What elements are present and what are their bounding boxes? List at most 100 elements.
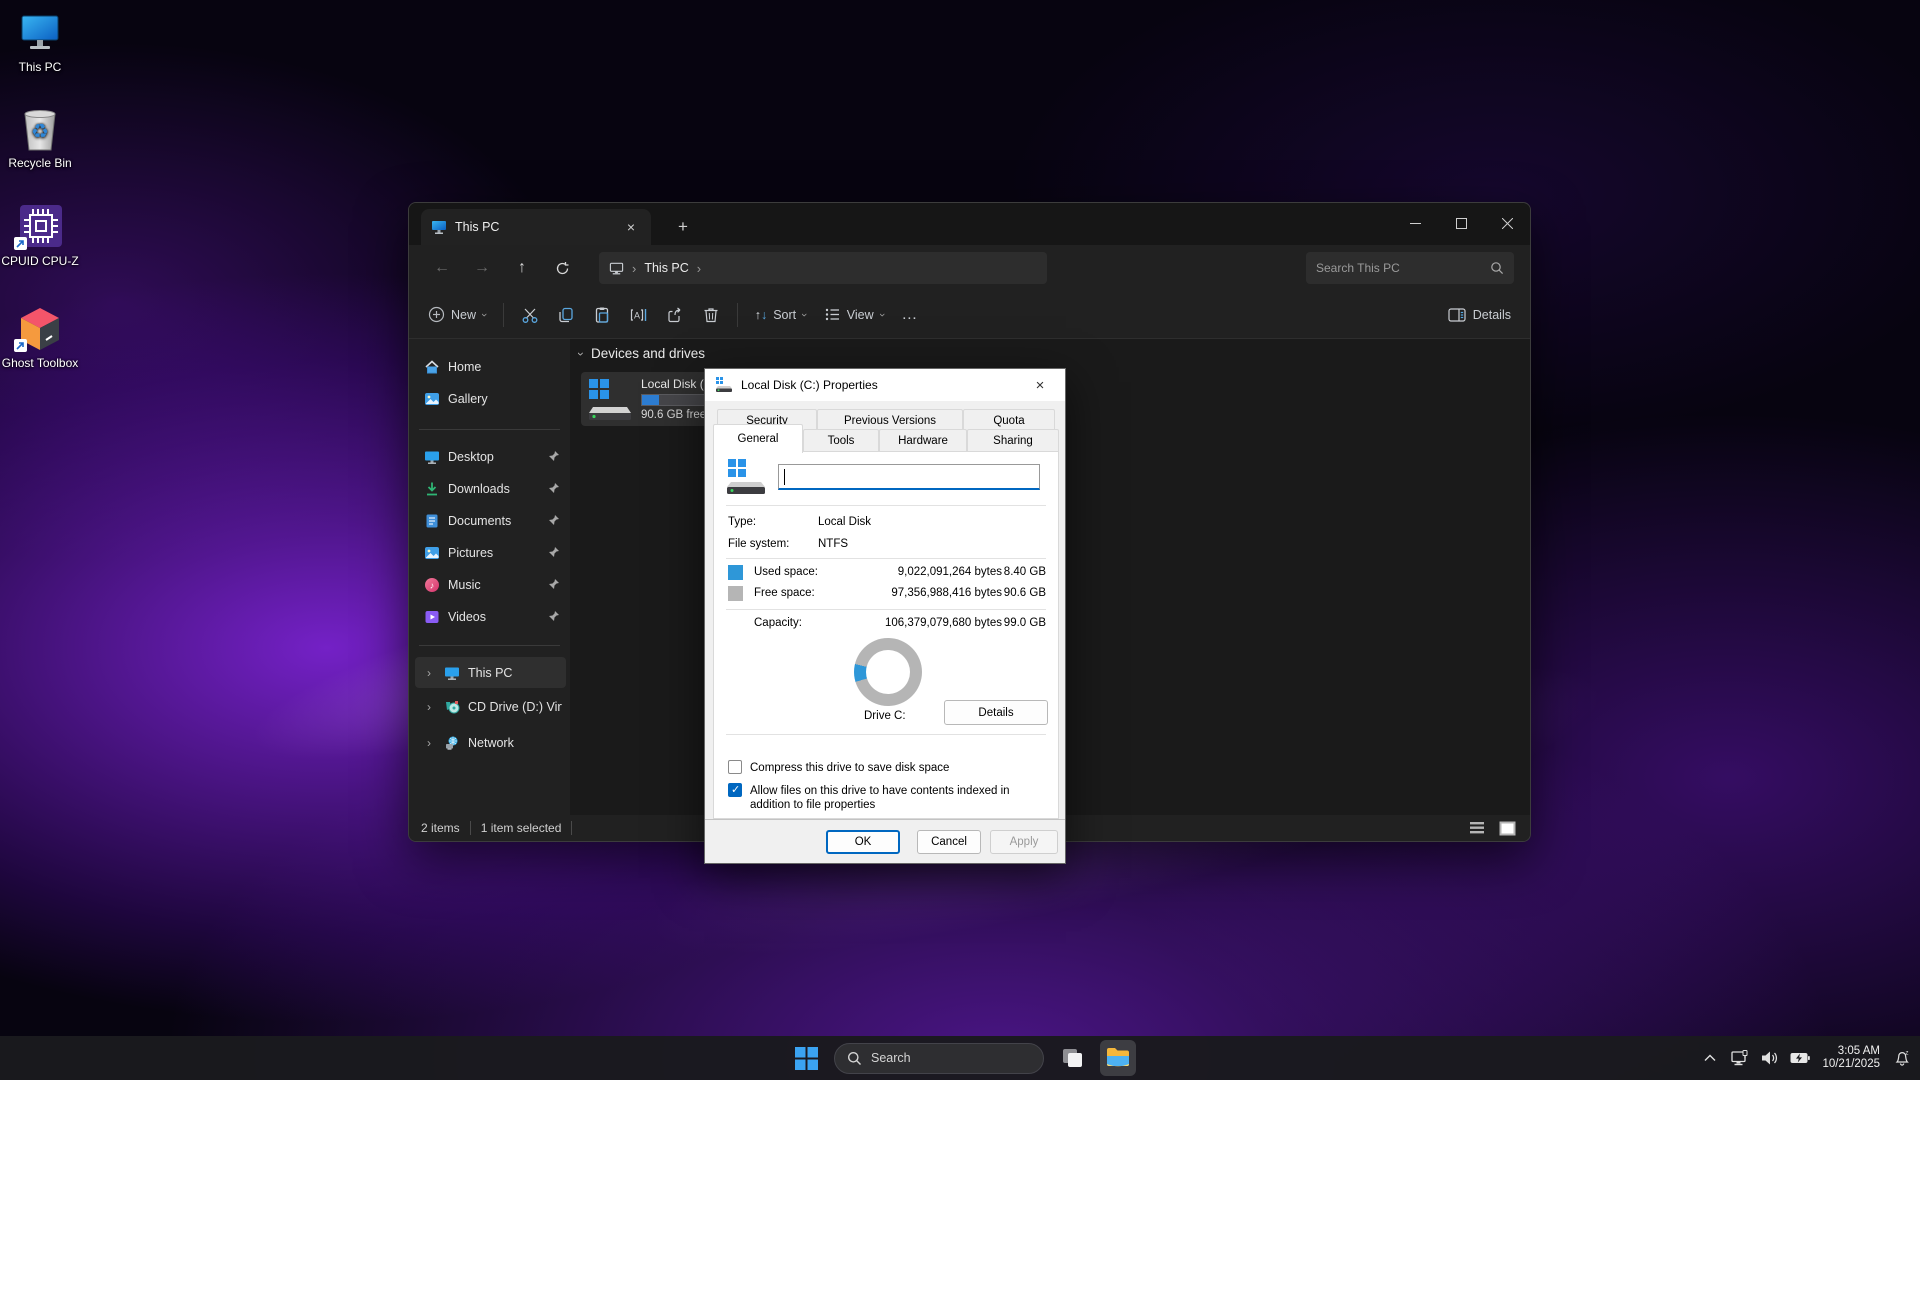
desktop-icon-this-pc[interactable]: This PC xyxy=(0,8,80,74)
sidebar-item-pictures[interactable]: Pictures xyxy=(415,539,566,567)
cut-icon xyxy=(521,306,539,324)
network-tray-icon[interactable] xyxy=(1728,1046,1752,1070)
details-view-toggle[interactable] xyxy=(1466,819,1488,837)
close-button[interactable] xyxy=(1484,203,1530,243)
chevron-right-icon[interactable]: › xyxy=(423,666,435,680)
sidebar-item-videos[interactable]: Videos xyxy=(415,603,566,631)
shortcut-arrow-icon xyxy=(14,339,27,352)
index-checkbox[interactable] xyxy=(728,783,742,797)
compress-checkbox[interactable] xyxy=(728,760,742,774)
desktop-icon-recycle-bin[interactable]: ♻ Recycle Bin xyxy=(0,104,80,170)
thumbnail-view-toggle[interactable] xyxy=(1496,819,1518,837)
taskbar-search[interactable]: Search xyxy=(834,1043,1044,1074)
text-caret xyxy=(784,469,785,485)
volume-label-input[interactable] xyxy=(778,464,1040,490)
capacity-label: Capacity: xyxy=(754,617,802,629)
cut-button[interactable] xyxy=(512,300,548,330)
sidebar-item-gallery[interactable]: Gallery xyxy=(415,385,566,413)
maximize-button[interactable] xyxy=(1438,203,1484,243)
sidebar-item-label: Gallery xyxy=(448,392,562,406)
paste-button[interactable] xyxy=(584,300,620,330)
tab-close-icon[interactable]: × xyxy=(621,217,641,237)
new-tab-button[interactable]: + xyxy=(671,215,695,239)
tab-label: Sharing xyxy=(993,435,1033,447)
pin-icon xyxy=(548,578,560,593)
tab-sharing[interactable]: Sharing xyxy=(967,429,1059,452)
tab-general[interactable]: General xyxy=(713,424,803,453)
chevron-down-icon: › xyxy=(876,313,888,317)
chevron-right-icon[interactable]: › xyxy=(423,736,435,750)
volume-tray-icon[interactable] xyxy=(1758,1046,1782,1070)
general-tab-page: Type: Local Disk File system: NTFS Used … xyxy=(713,451,1059,819)
sidebar-item-home[interactable]: Home xyxy=(415,353,566,381)
tab-label: Previous Versions xyxy=(844,415,936,427)
drive-icon xyxy=(587,377,633,421)
filesystem-value: NTFS xyxy=(818,538,848,550)
refresh-button[interactable] xyxy=(545,253,579,283)
sidebar-item-desktop[interactable]: Desktop xyxy=(415,443,566,471)
sidebar-item-documents[interactable]: Documents xyxy=(415,507,566,535)
toolbar-divider xyxy=(737,303,738,327)
details-label: Details xyxy=(1473,308,1511,322)
used-space-label: Used space: xyxy=(754,566,818,578)
share-icon xyxy=(666,306,684,324)
dialog-title-bar[interactable]: Local Disk (C:) Properties × xyxy=(705,369,1065,401)
new-button[interactable]: New › xyxy=(419,300,495,329)
back-button[interactable]: ← xyxy=(425,253,459,283)
details-pane-button[interactable]: Details xyxy=(1439,301,1520,329)
forward-button[interactable]: → xyxy=(465,253,499,283)
tab-quota[interactable]: Quota xyxy=(963,409,1055,431)
rename-button[interactable]: A xyxy=(620,300,657,330)
notifications-bell-icon[interactable]: z xyxy=(1890,1046,1914,1070)
start-button[interactable] xyxy=(788,1040,824,1076)
pin-icon xyxy=(548,514,560,529)
sidebar-item-cd-drive[interactable]: › CD Drive (D:) Virtua xyxy=(415,693,566,721)
tab-tools[interactable]: Tools xyxy=(803,429,879,452)
hidden-icons-chevron[interactable] xyxy=(1698,1046,1722,1070)
separator xyxy=(726,734,1046,735)
tab-hardware[interactable]: Hardware xyxy=(879,429,967,452)
search-box[interactable]: Search This PC xyxy=(1306,252,1514,284)
copy-button[interactable] xyxy=(548,300,584,330)
tab-previous-versions[interactable]: Previous Versions xyxy=(817,409,963,431)
breadcrumb-this-pc[interactable]: This PC xyxy=(644,261,688,275)
sort-button[interactable]: ↑↓ Sort › xyxy=(746,302,815,328)
sidebar-item-label: Downloads xyxy=(448,482,540,496)
battery-tray-icon[interactable] xyxy=(1788,1046,1812,1070)
view-button[interactable]: View › xyxy=(815,300,893,329)
address-bar[interactable]: › This PC › xyxy=(599,252,1047,284)
explorer-sidebar: Home Gallery Desktop Downloads xyxy=(409,339,571,815)
item-count: 2 items xyxy=(421,821,460,835)
index-checkbox-label: Allow files on this drive to have conten… xyxy=(750,784,1048,812)
delete-button[interactable] xyxy=(693,300,729,330)
monitor-icon xyxy=(609,261,624,276)
sidebar-item-this-pc[interactable]: › This PC xyxy=(415,657,566,688)
desktop-icon-ghost-toolbox[interactable]: Ghost Toolbox xyxy=(0,304,80,370)
details-button[interactable]: Details xyxy=(944,700,1048,725)
search-placeholder: Search This PC xyxy=(1316,261,1490,275)
sidebar-item-music[interactable]: ♪ Music xyxy=(415,571,566,599)
up-button[interactable]: ↑ xyxy=(505,253,539,283)
share-button[interactable] xyxy=(657,300,693,330)
desktop-icon-label: This PC xyxy=(0,60,80,74)
chevron-right-icon[interactable]: › xyxy=(423,700,435,714)
taskbar-clock[interactable]: 3:05 AM 10/21/2025 xyxy=(1818,1045,1884,1071)
file-explorer-taskbar-button[interactable] xyxy=(1100,1040,1136,1076)
rename-icon: A xyxy=(629,306,648,324)
paste-icon xyxy=(593,306,611,324)
apply-button[interactable]: Apply xyxy=(990,830,1058,854)
trash-icon xyxy=(702,306,720,324)
sidebar-item-downloads[interactable]: Downloads xyxy=(415,475,566,503)
cancel-button[interactable]: Cancel xyxy=(917,830,981,854)
explorer-tab-this-pc[interactable]: This PC × xyxy=(421,209,651,245)
desktop-icon-cpuz[interactable]: CPUID CPU-Z xyxy=(0,202,80,268)
devices-and-drives-header[interactable]: › Devices and drives xyxy=(579,346,705,361)
dialog-close-icon[interactable]: × xyxy=(1025,372,1055,398)
ok-button[interactable]: OK xyxy=(826,830,900,854)
type-value: Local Disk xyxy=(818,516,871,528)
minimize-button[interactable] xyxy=(1392,203,1438,243)
task-view-button[interactable] xyxy=(1054,1040,1090,1076)
cancel-label: Cancel xyxy=(931,836,967,848)
sidebar-item-network[interactable]: › Network xyxy=(415,729,566,757)
more-options-button[interactable]: … xyxy=(892,300,927,330)
